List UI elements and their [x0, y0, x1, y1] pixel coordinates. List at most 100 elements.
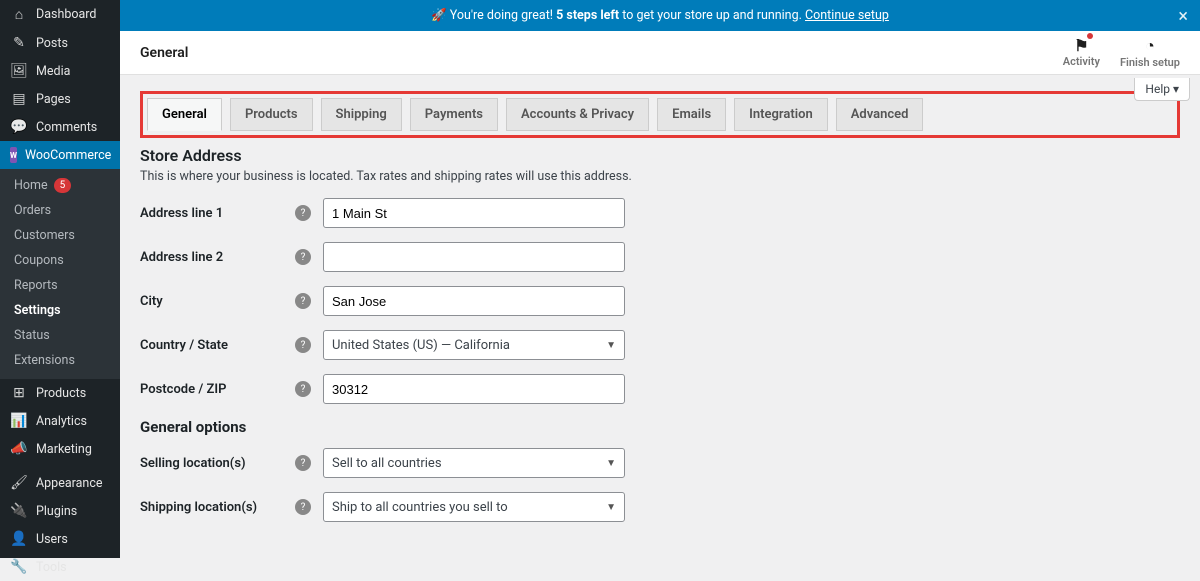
sidebar-label: Posts	[36, 36, 68, 51]
submenu-settings[interactable]: Settings	[0, 298, 120, 323]
main-area: 🚀 You're doing great! 5 steps left to ge…	[120, 0, 1200, 558]
sidebar-item-pages[interactable]: ▤Pages	[0, 85, 120, 113]
help-icon[interactable]: ?	[295, 455, 311, 471]
row-selling-locations: Selling location(s) ? Sell to all countr…	[140, 448, 1180, 478]
progress-icon: ◔	[1145, 36, 1155, 56]
woocommerce-submenu: Home5 Orders Customers Coupons Reports S…	[0, 169, 120, 379]
sidebar-label: Dashboard	[36, 7, 96, 22]
sidebar-label: Tools	[36, 560, 67, 575]
section-description: This is where your business is located. …	[140, 169, 1180, 184]
banner-text: 🚀 You're doing great! 5 steps left to ge…	[431, 8, 889, 23]
submenu-label: Customers	[14, 228, 75, 243]
sidebar-label: Marketing	[36, 442, 92, 457]
finish-setup-button[interactable]: ◔ Finish setup	[1120, 36, 1180, 69]
woocommerce-icon: W	[10, 147, 17, 163]
tab-payments[interactable]: Payments	[410, 98, 498, 131]
input-postcode[interactable]	[323, 374, 625, 404]
close-icon[interactable]: ×	[1178, 6, 1188, 27]
flag-icon: ⚑	[1074, 36, 1088, 55]
count-badge: 5	[54, 178, 72, 193]
tools-icon: 🔧	[10, 559, 28, 575]
input-address-2[interactable]	[323, 242, 625, 272]
submenu-customers[interactable]: Customers	[0, 223, 120, 248]
tab-shipping[interactable]: Shipping	[321, 98, 402, 131]
sidebar-item-media[interactable]: 🖼 Media	[0, 57, 120, 85]
help-icon[interactable]: ?	[295, 337, 311, 353]
sidebar-item-marketing[interactable]: 📣 Marketing	[0, 435, 120, 463]
help-icon[interactable]: ?	[295, 499, 311, 515]
tab-accounts-privacy[interactable]: Accounts & Privacy	[506, 98, 649, 131]
section-title-general-options: General options	[140, 418, 1180, 436]
chevron-down-icon: ▼	[606, 458, 616, 469]
sidebar-item-analytics[interactable]: 📊 Analytics	[0, 407, 120, 435]
tab-products[interactable]: Products	[230, 98, 313, 131]
products-icon: ⊞	[10, 385, 28, 401]
submenu-label: Settings	[14, 303, 61, 318]
help-icon[interactable]: ?	[295, 249, 311, 265]
select-selling-locations[interactable]: Sell to all countries ▼	[323, 448, 625, 478]
submenu-label: Orders	[14, 203, 51, 218]
sidebar-item-appearance[interactable]: 🖌 Appearance	[0, 469, 120, 497]
submenu-coupons[interactable]: Coupons	[0, 248, 120, 273]
submenu-extensions[interactable]: Extensions	[0, 348, 120, 373]
select-value: Ship to all countries you sell to	[332, 500, 508, 515]
submenu-label: Reports	[14, 278, 58, 293]
dashboard-icon: ⌂	[10, 6, 28, 23]
pages-icon: ▤	[10, 91, 28, 107]
select-country-state[interactable]: United States (US) — California ▼	[323, 330, 625, 360]
sidebar-label: Appearance	[36, 476, 103, 491]
submenu-orders[interactable]: Orders	[0, 198, 120, 223]
help-toggle[interactable]: Help ▾	[1134, 78, 1190, 101]
submenu-reports[interactable]: Reports	[0, 273, 120, 298]
plugins-icon: 🔌	[10, 503, 28, 519]
tabs-highlight-box: General Products Shipping Payments Accou…	[140, 91, 1180, 138]
media-icon: 🖼	[10, 63, 28, 79]
banner-rest: to get your store up and running.	[619, 8, 805, 23]
select-shipping-locations[interactable]: Ship to all countries you sell to ▼	[323, 492, 625, 522]
banner-prefix: 🚀 You're doing great!	[431, 8, 556, 23]
help-icon[interactable]: ?	[295, 293, 311, 309]
notification-dot	[1087, 33, 1093, 39]
sidebar-label: Users	[36, 532, 68, 547]
help-icon[interactable]: ?	[295, 205, 311, 221]
activity-button[interactable]: ⚑ Activity	[1063, 36, 1100, 68]
sidebar-item-woocommerce[interactable]: W WooCommerce	[0, 141, 120, 169]
tab-advanced[interactable]: Advanced	[836, 98, 924, 131]
settings-tabs: General Products Shipping Payments Accou…	[147, 98, 1173, 131]
row-address-2: Address line 2 ?	[140, 242, 1180, 272]
sidebar-label: Media	[36, 64, 70, 79]
label-address-2: Address line 2	[140, 250, 295, 265]
label-shipping-locations: Shipping location(s)	[140, 500, 295, 515]
submenu-home[interactable]: Home5	[0, 173, 120, 198]
submenu-label: Coupons	[14, 253, 64, 268]
sidebar-item-comments[interactable]: 💬Comments	[0, 113, 120, 141]
sidebar-item-users[interactable]: 👤 Users	[0, 525, 120, 553]
appearance-icon: 🖌	[10, 475, 28, 491]
sidebar-label: Plugins	[36, 504, 77, 519]
users-icon: 👤	[10, 531, 28, 547]
input-address-1[interactable]	[323, 198, 625, 228]
label-selling-locations: Selling location(s)	[140, 456, 295, 471]
analytics-icon: 📊	[10, 413, 28, 429]
sidebar-label: Analytics	[36, 414, 87, 429]
label-postcode: Postcode / ZIP	[140, 382, 295, 397]
select-value: Sell to all countries	[332, 456, 442, 471]
input-city[interactable]	[323, 286, 625, 316]
setup-banner: 🚀 You're doing great! 5 steps left to ge…	[120, 0, 1200, 31]
sidebar-item-tools[interactable]: 🔧 Tools	[0, 553, 120, 581]
tab-general[interactable]: General	[147, 98, 222, 131]
sidebar-item-posts[interactable]: ✎Posts	[0, 29, 120, 57]
label-country-state: Country / State	[140, 338, 295, 353]
comments-icon: 💬	[10, 119, 28, 135]
help-icon[interactable]: ?	[295, 381, 311, 397]
sidebar-item-dashboard[interactable]: ⌂ Dashboard	[0, 0, 120, 29]
marketing-icon: 📣	[10, 441, 28, 457]
submenu-status[interactable]: Status	[0, 323, 120, 348]
tab-emails[interactable]: Emails	[657, 98, 726, 131]
tab-integration[interactable]: Integration	[734, 98, 828, 131]
sidebar-item-plugins[interactable]: 🔌 Plugins	[0, 497, 120, 525]
sidebar-item-products[interactable]: ⊞Products	[0, 379, 120, 407]
continue-setup-link[interactable]: Continue setup	[805, 8, 889, 23]
sidebar-label: WooCommerce	[25, 148, 111, 163]
row-city: City ?	[140, 286, 1180, 316]
